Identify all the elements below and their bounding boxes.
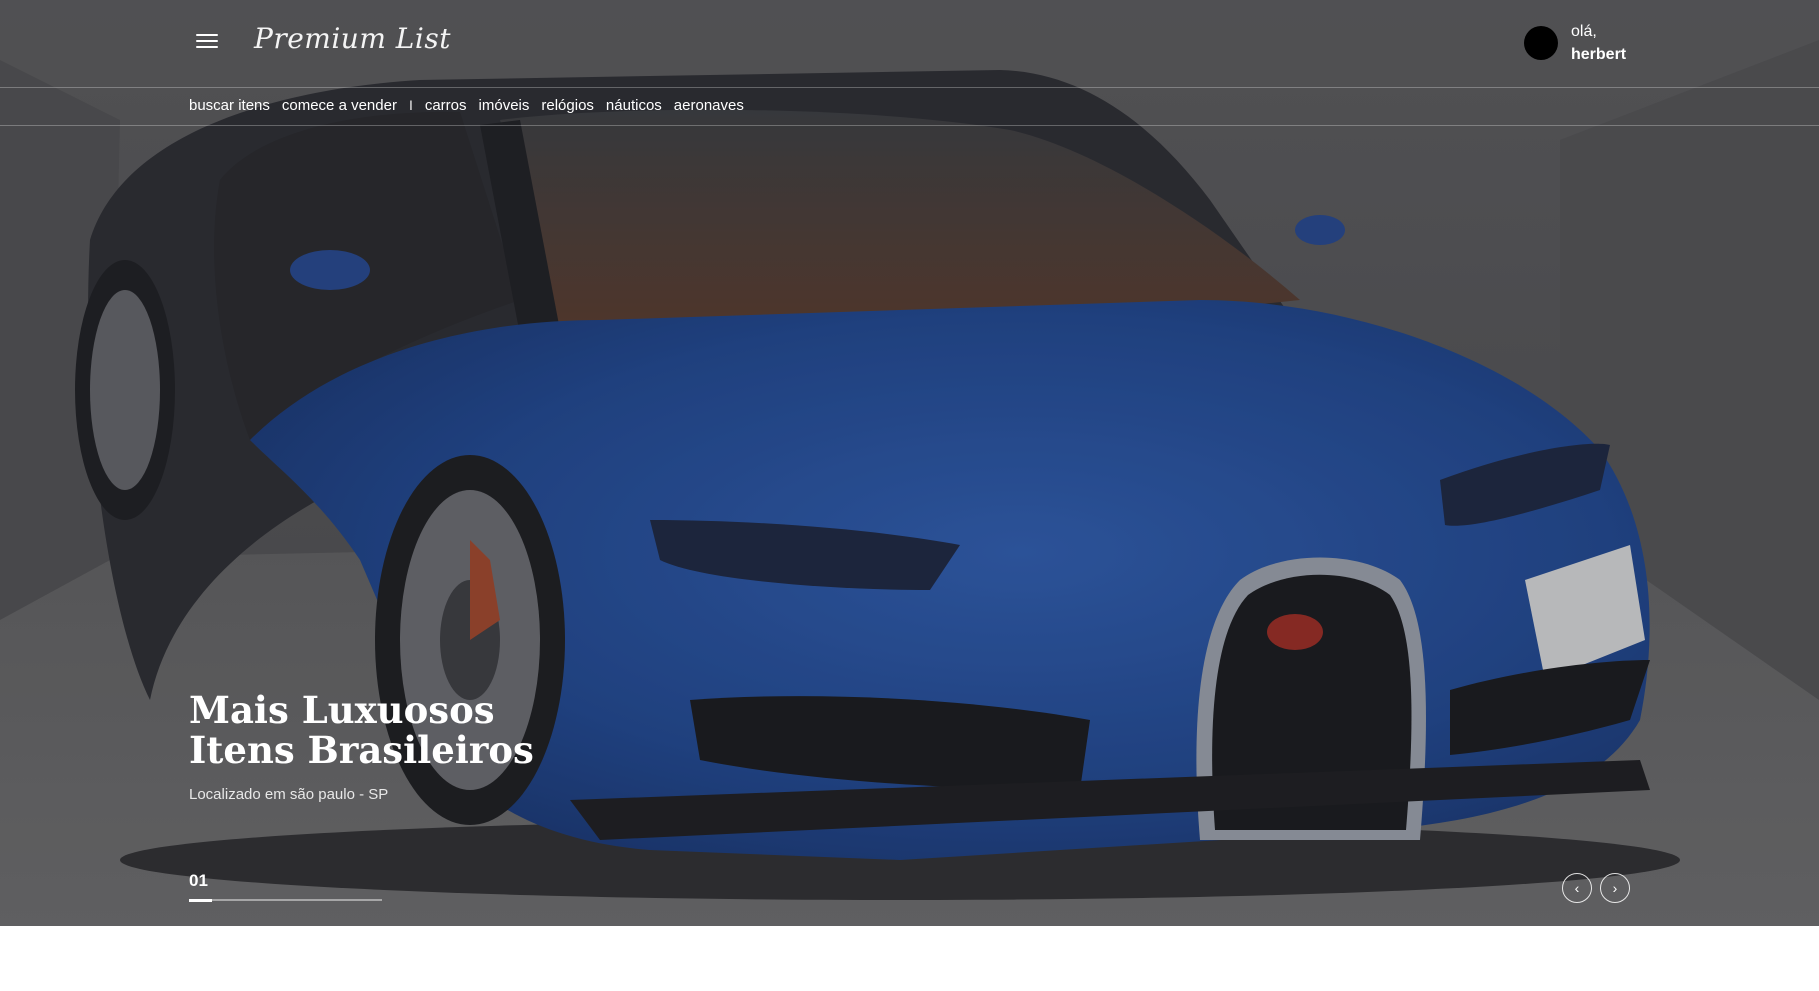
nav-item-aeronaves[interactable]: aeronaves <box>674 97 744 114</box>
nav-item-relogios[interactable]: relógios <box>541 97 594 114</box>
chevron-left-icon[interactable]: ‹ <box>1562 873 1592 903</box>
nav-item-imoveis[interactable]: imóveis <box>479 97 530 114</box>
greeting-text: olá, <box>1571 23 1597 40</box>
slide-progress-track <box>189 898 382 902</box>
category-nav: buscar itens comece a vender I carros im… <box>0 88 1819 126</box>
slide-progress-fill <box>189 898 213 902</box>
slide-number: 01 <box>189 871 208 890</box>
hero-title-line-1: Mais Luxuosos <box>189 688 495 732</box>
nav-item-nauticos[interactable]: náuticos <box>606 97 662 114</box>
username-text: herbert <box>1571 46 1627 63</box>
hamburger-menu-icon[interactable] <box>196 34 218 52</box>
avatar[interactable] <box>1524 26 1558 60</box>
hero-title: Mais Luxuosos Itens Brasileiros <box>189 690 534 770</box>
chevron-right-icon[interactable]: › <box>1600 873 1630 903</box>
user-menu[interactable]: olá, herbert <box>1524 20 1626 66</box>
nav-item-buscar-itens[interactable]: buscar itens <box>189 97 270 114</box>
top-bar: Premium List olá, herbert <box>0 0 1819 88</box>
page-content-area <box>0 926 1819 991</box>
hero-title-line-2: Itens Brasileiros <box>189 728 534 772</box>
hero-location: Localizado em são paulo - SP <box>189 786 389 803</box>
hero-banner: Premium List olá, herbert buscar itens c… <box>0 0 1819 926</box>
nav-item-carros[interactable]: carros <box>425 97 467 114</box>
nav-item-comece-a-vender[interactable]: comece a vender <box>282 97 397 114</box>
user-greeting-block: olá, herbert <box>1571 20 1626 66</box>
site-logo[interactable]: Premium List <box>254 22 451 55</box>
nav-separator: I <box>408 97 413 113</box>
